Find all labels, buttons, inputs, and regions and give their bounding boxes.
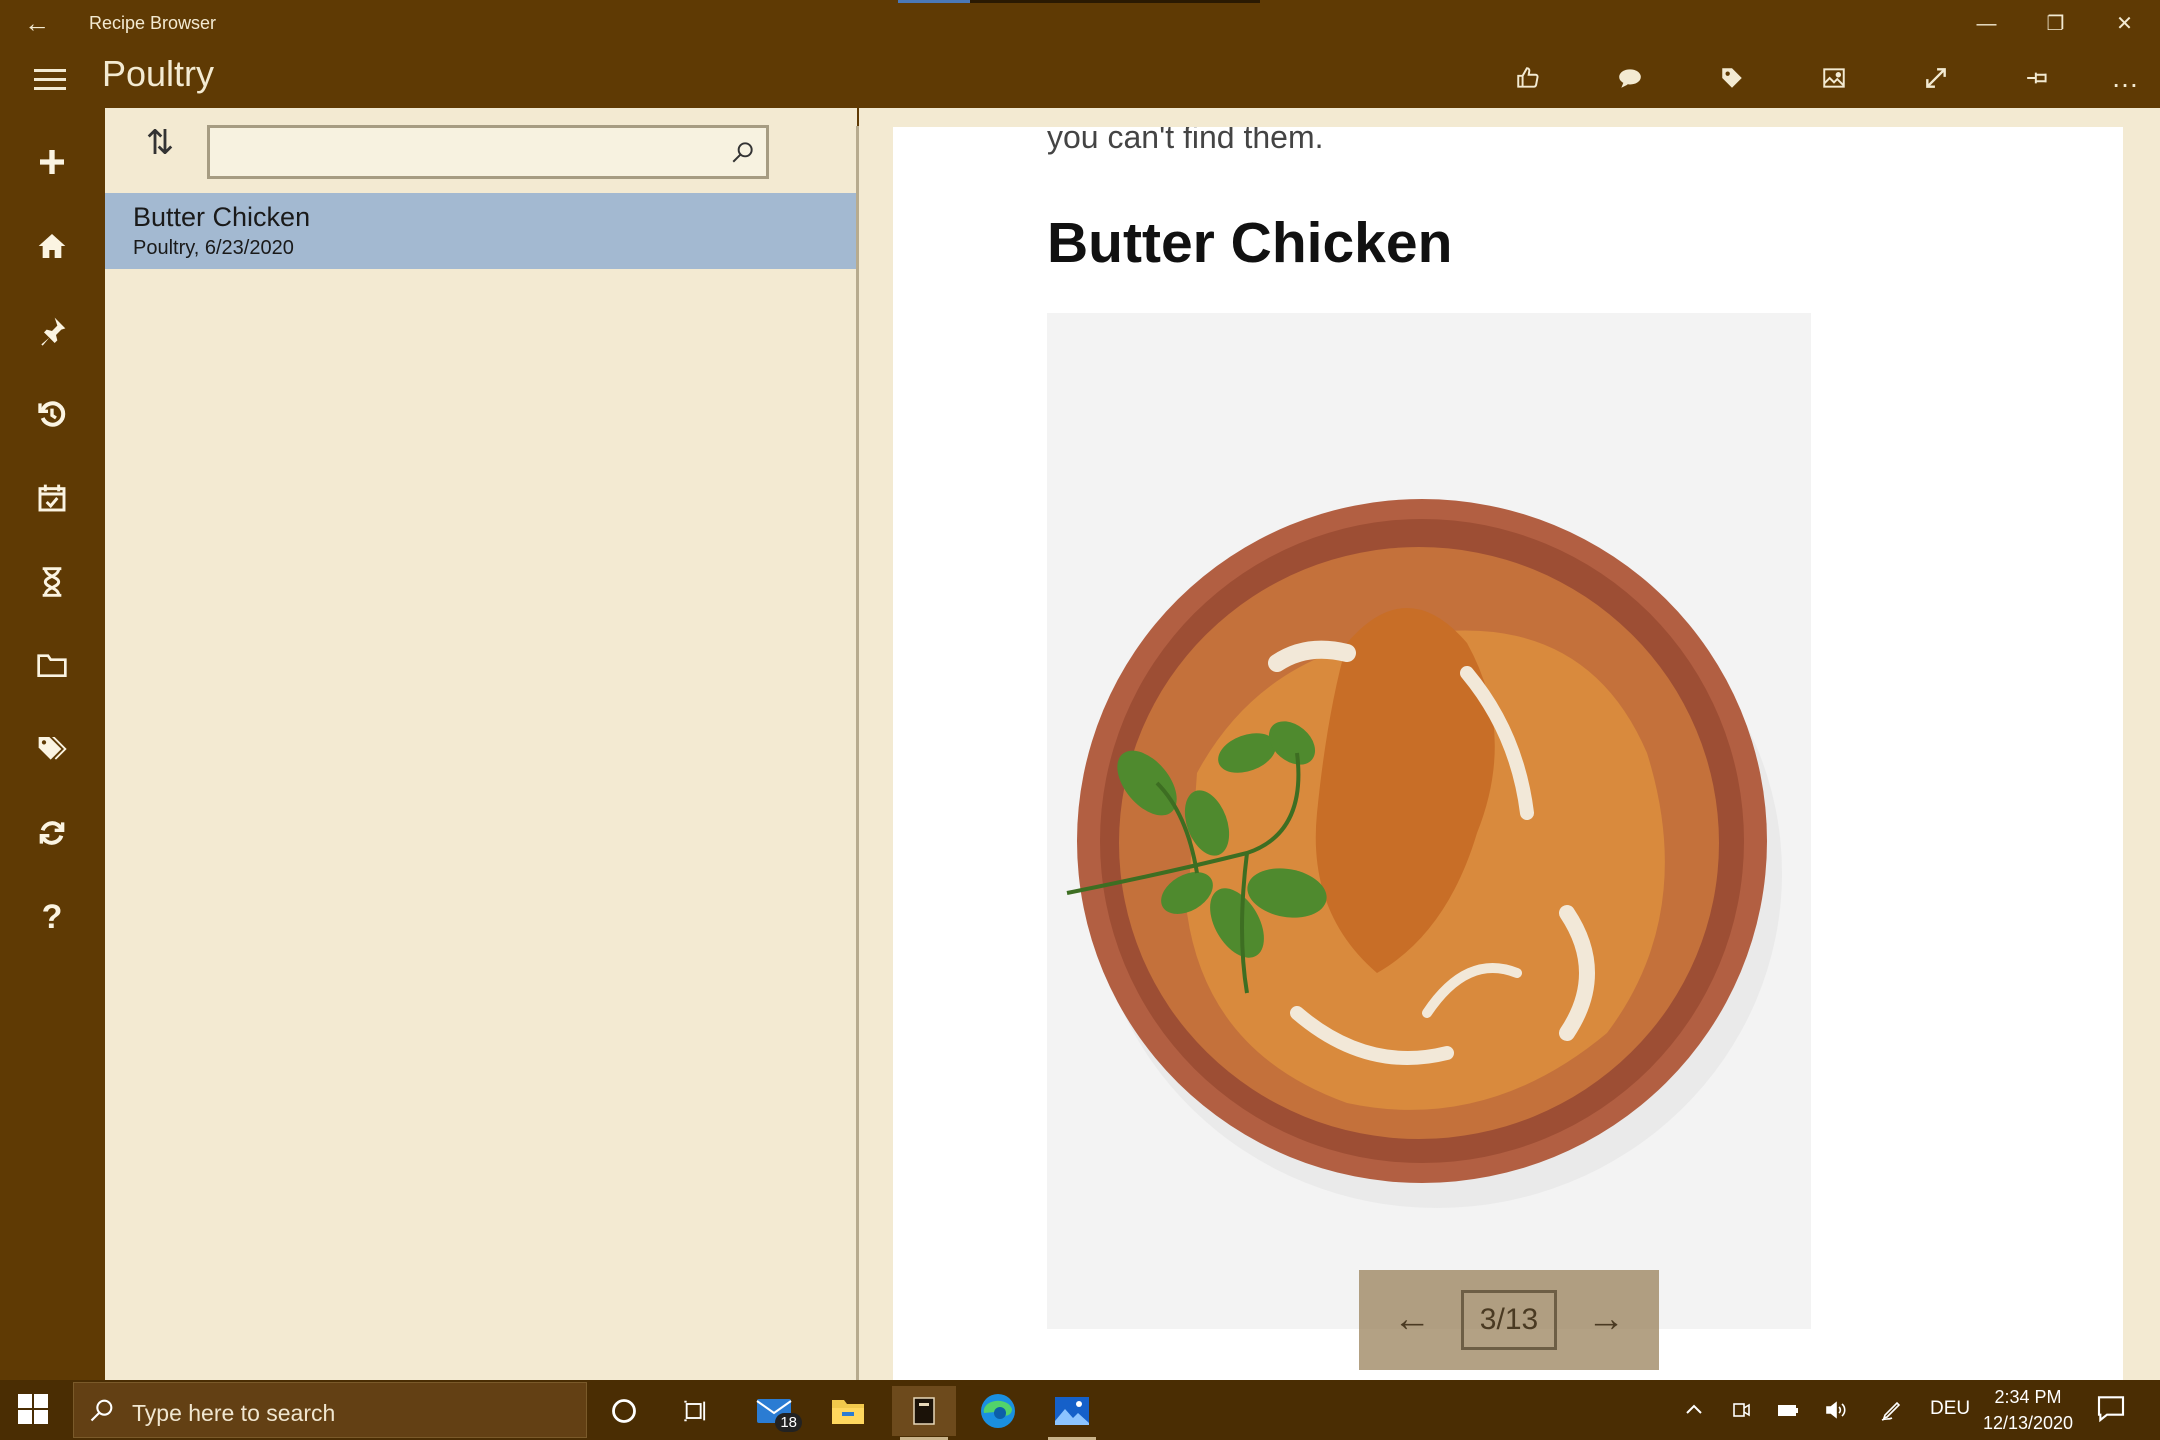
task-view-icon[interactable]: [664, 1386, 728, 1436]
system-clock[interactable]: 2:34 PM 12/13/2020: [1978, 1384, 2078, 1436]
input-language-indicator[interactable]: DEU: [1930, 1398, 1970, 1420]
edge-browser-icon[interactable]: [966, 1386, 1030, 1436]
pin-icon[interactable]: [2014, 56, 2062, 100]
recipe-document: you can't find them. Butter Chicken: [893, 127, 2123, 1380]
cortana-icon[interactable]: [592, 1386, 656, 1436]
volume-icon[interactable]: [1820, 1394, 1852, 1426]
minimize-button[interactable]: —: [1952, 0, 2021, 48]
history-icon[interactable]: [22, 384, 82, 444]
loading-progress-fill: [898, 0, 971, 3]
image-pager: ← 3/13 →: [1359, 1270, 1659, 1370]
image-counter: 3/13: [1461, 1290, 1557, 1350]
app-title: Recipe Browser: [89, 13, 217, 33]
list-item-subtitle: Poultry, 6/23/2020: [133, 237, 294, 259]
pin-nav-icon[interactable]: [22, 301, 82, 361]
help-icon[interactable]: ?: [22, 887, 82, 947]
timer-icon[interactable]: [22, 552, 82, 612]
title-bar: ← Recipe Browser — ❐ ✕: [0, 0, 2160, 50]
start-button-windows-icon[interactable]: [18, 1394, 50, 1426]
file-explorer-icon[interactable]: [816, 1386, 880, 1436]
folder-icon[interactable]: [22, 635, 82, 695]
back-button[interactable]: ←: [22, 8, 52, 38]
recipe-heading: Butter Chicken: [1047, 211, 1453, 275]
hamburger-menu-button[interactable]: [28, 63, 72, 95]
sync-icon[interactable]: [22, 803, 82, 863]
next-image-button[interactable]: →: [1583, 1296, 1629, 1342]
list-item-butter-chicken[interactable]: Butter Chicken Poultry, 6/23/2020: [105, 193, 857, 269]
close-button[interactable]: ✕: [2090, 0, 2159, 48]
app-header: Poultry …: [0, 50, 2160, 108]
tag-icon[interactable]: [1708, 56, 1756, 100]
loading-progress-bar: [898, 0, 1260, 3]
recipe-list-pane: ⇅ Butter Chicken Poultry, 6/23/2020: [105, 108, 857, 1380]
clock-date: 12/13/2020: [1982, 1413, 2074, 1433]
list-item-title: Butter Chicken: [133, 202, 311, 232]
sort-button[interactable]: ⇅: [135, 118, 185, 168]
taskbar-search-placeholder: Type here to search: [132, 1400, 336, 1426]
search-box[interactable]: [207, 125, 769, 179]
add-icon[interactable]: [22, 132, 82, 192]
like-icon[interactable]: [1504, 56, 1552, 100]
photos-app-icon[interactable]: [1040, 1386, 1104, 1440]
mail-app-icon[interactable]: 18: [744, 1386, 808, 1436]
action-center-notification-icon[interactable]: [2095, 1392, 2131, 1428]
search-input[interactable]: [210, 128, 766, 176]
previous-image-button[interactable]: ←: [1389, 1296, 1435, 1342]
butter-chicken-image: [1047, 313, 1811, 1329]
fullscreen-icon[interactable]: [1912, 56, 1960, 100]
show-hidden-icons-chevron-up-icon[interactable]: [1678, 1394, 1710, 1426]
image-icon[interactable]: [1810, 56, 1858, 100]
meet-now-icon[interactable]: [1726, 1394, 1758, 1426]
pen-workspace-icon[interactable]: [1876, 1394, 1908, 1426]
recipe-browser-taskbar-icon[interactable]: [892, 1386, 956, 1440]
tags-icon[interactable]: [22, 719, 82, 779]
taskbar-search-box[interactable]: Type here to search: [73, 1382, 587, 1438]
search-icon: [90, 1399, 113, 1422]
restore-button[interactable]: ❐: [2021, 0, 2090, 48]
page-title: Poultry: [102, 53, 215, 94]
recipe-content-pane: you can't find them. Butter Chicken: [859, 108, 2160, 1380]
more-icon[interactable]: …: [2101, 56, 2149, 100]
clock-time: 2:34 PM: [1994, 1387, 2062, 1407]
home-icon[interactable]: [22, 216, 82, 276]
nav-rail: ?: [0, 108, 105, 1380]
document-text-snippet: you can't find them.: [1047, 127, 1324, 155]
mail-badge: 18: [775, 1413, 802, 1432]
search-icon[interactable]: [730, 139, 756, 165]
taskbar: Type here to search 18 DEU 2:34 PM 12/13…: [0, 1380, 2160, 1440]
comment-icon[interactable]: [1606, 56, 1654, 100]
battery-icon[interactable]: [1772, 1394, 1804, 1426]
calendar-icon[interactable]: [22, 468, 82, 528]
recipe-photo: [1047, 313, 1811, 1329]
